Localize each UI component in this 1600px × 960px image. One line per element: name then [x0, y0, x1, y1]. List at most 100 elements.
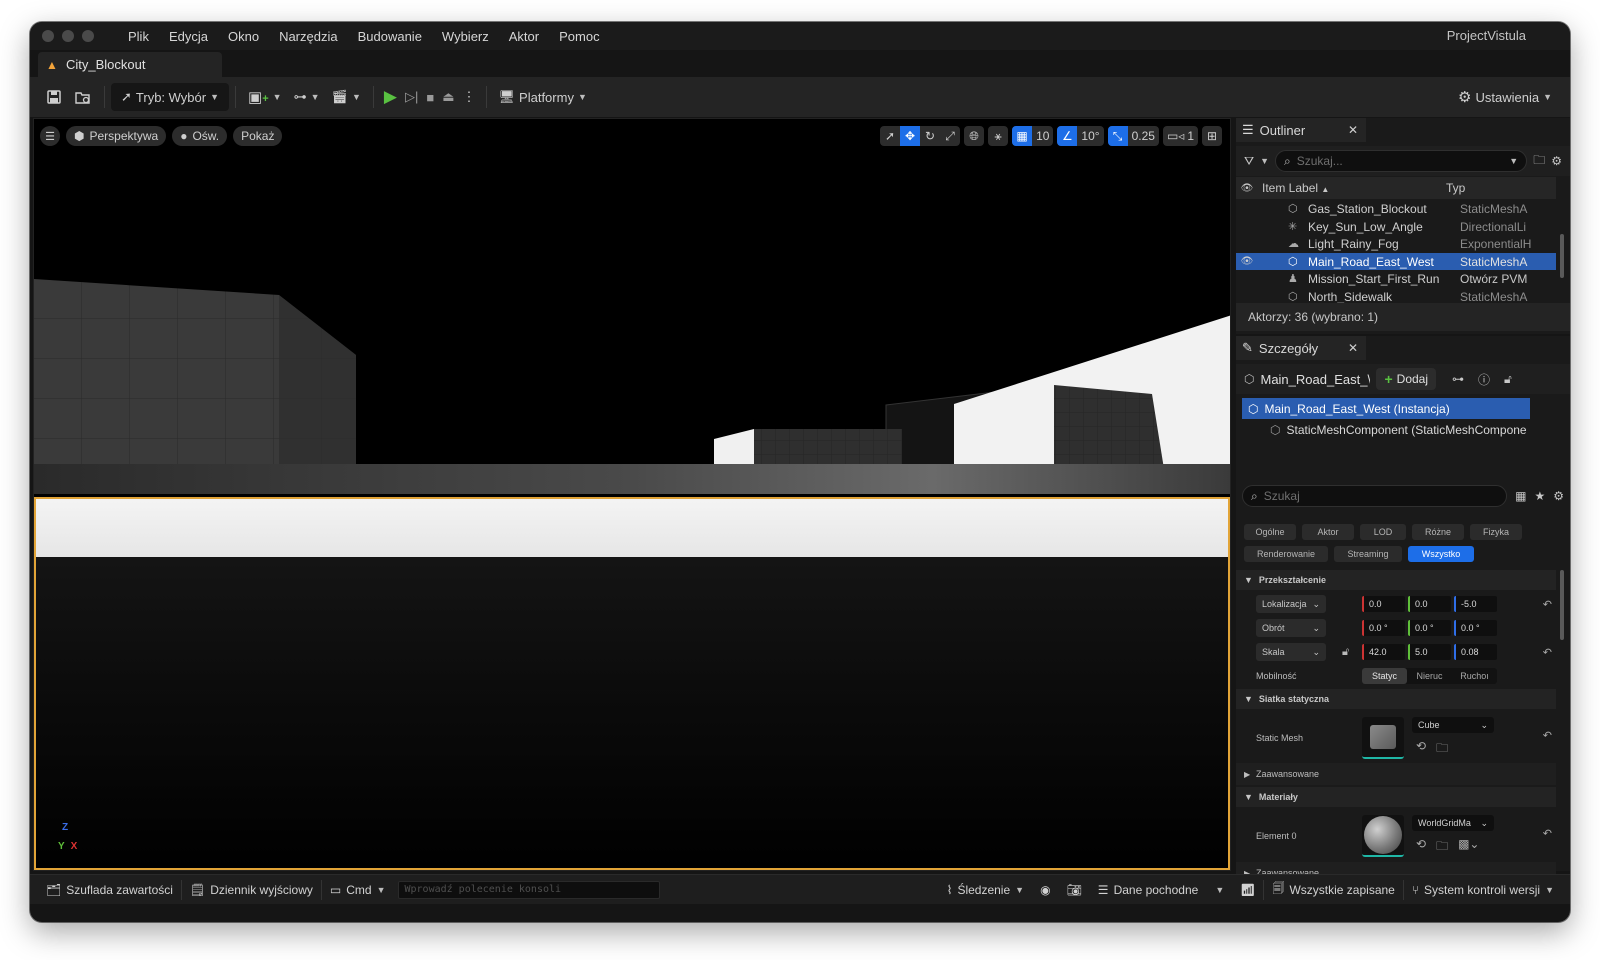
filter-rendering[interactable]: Renderowanie [1244, 546, 1328, 562]
filter-lod[interactable]: LOD [1360, 524, 1406, 540]
grid-snap-toggle[interactable]: ▦ [1012, 126, 1033, 146]
col-type[interactable]: Typ [1446, 181, 1465, 195]
reset-arrow-icon[interactable]: ↶ [1543, 827, 1552, 840]
use-selected-icon[interactable]: ⟲ [1416, 837, 1426, 858]
trace-dropdown[interactable]: ⌇ Śledzenie ▼ [939, 875, 1033, 905]
add-actor-button[interactable]: ▣+ ▼ [242, 83, 288, 111]
menu-help[interactable]: Pomoc [549, 29, 609, 44]
activity-indicator[interactable]: 📶︎ [1232, 875, 1263, 905]
static-mesh-thumbnail[interactable] [1362, 717, 1404, 759]
rotate-tool-button[interactable]: ↻ [920, 126, 940, 146]
surface-snap-button[interactable]: ⚹ [988, 126, 1009, 146]
minimize-window-button[interactable] [62, 30, 74, 42]
rotation-y-input[interactable]: 0.0 ° [1408, 620, 1451, 636]
reset-arrow-icon[interactable]: ↶ [1543, 598, 1552, 611]
material-thumbnail[interactable] [1362, 815, 1404, 857]
col-item-label[interactable]: Item Label ▲ [1258, 181, 1446, 195]
record-button[interactable]: ◉ [1032, 875, 1058, 905]
scale-snap-toggle[interactable]: ⤡ [1107, 126, 1128, 146]
cmd-dropdown[interactable]: ▭ Cmd ▼ [322, 875, 394, 905]
play-options-button[interactable]: ⋮ [459, 83, 480, 111]
browse-asset-icon[interactable]: 🗀 [1436, 837, 1448, 858]
filter-icon[interactable]: ⛛ [1244, 154, 1254, 169]
stop-button[interactable]: ■ [422, 83, 438, 111]
close-window-button[interactable] [42, 30, 54, 42]
menu-tools[interactable]: Narzędzia [269, 29, 348, 44]
visibility-eye-icon[interactable]: 👁︎ [1236, 256, 1258, 267]
location-dropdown[interactable]: Lokalizacja ⌄ [1256, 595, 1326, 613]
content-drawer-button[interactable]: 🗂︎ Szuflada zawartości [38, 875, 181, 905]
location-z-input[interactable]: -5.0 [1454, 596, 1497, 612]
derived-data-dropdown[interactable]: ☰ Dane pochodne ▼ [1090, 875, 1232, 905]
grid-snap-value[interactable]: 10 [1032, 126, 1053, 146]
viewport-menu-button[interactable]: ☰ [40, 126, 60, 146]
cinematics-button[interactable]: 🎬︎ ▼ [325, 83, 366, 111]
rotation-dropdown[interactable]: Obrót ⌄ [1256, 619, 1326, 637]
mode-select-dropdown[interactable]: ➚ Tryb: Wybór ▼ [111, 83, 230, 111]
outliner-row[interactable]: ⬡ Gas_Station_Blockout StaticMeshA [1236, 200, 1556, 217]
menu-build[interactable]: Budowanie [348, 29, 432, 44]
location-x-input[interactable]: 0.0 [1362, 596, 1405, 612]
outliner-row[interactable]: ☁ Light_Rainy_Fog ExponentialH [1236, 235, 1556, 252]
scale-dropdown[interactable]: Skala ⌄ [1256, 643, 1326, 661]
eject-button[interactable]: ⏏ [438, 83, 458, 111]
rotation-x-input[interactable]: 0.0 ° [1362, 620, 1405, 636]
table-view-icon[interactable]: ▦ [1515, 489, 1526, 503]
show-button[interactable]: Pokaż [233, 126, 283, 146]
console-input[interactable]: Wprowadź polecenie konsoli [397, 880, 660, 899]
filter-physics[interactable]: Fizyka [1470, 524, 1522, 540]
gear-icon[interactable]: ⚙ [1551, 154, 1562, 168]
outliner-row[interactable]: ✳ Key_Sun_Low_Angle DirectionalLi [1236, 218, 1556, 235]
reset-arrow-icon[interactable]: ↶ [1543, 729, 1552, 742]
static-mesh-advanced[interactable]: ▶ Zaawansowane [1236, 763, 1556, 785]
menu-file[interactable]: Plik [118, 29, 159, 44]
lock-open-icon[interactable]: 🔓︎ [1342, 646, 1349, 659]
world-local-toggle[interactable]: 🌐︎ [964, 126, 985, 146]
save-button[interactable] [40, 83, 68, 111]
outliner-tab[interactable]: ☰ Outliner ✕ [1236, 118, 1366, 142]
component-row-instance[interactable]: ⬡ Main_Road_East_West (Instancja) [1242, 398, 1530, 419]
menu-edit[interactable]: Edycja [159, 29, 218, 44]
location-y-input[interactable]: 0.0 [1408, 596, 1451, 612]
material-picker[interactable]: WorldGridMa ⌄ [1412, 815, 1494, 831]
details-search-input[interactable]: ⌕ Szukaj [1242, 485, 1508, 507]
scale-z-input[interactable]: 0.08 [1454, 644, 1497, 660]
menu-select[interactable]: Wybierz [432, 29, 499, 44]
browse-asset-icon[interactable]: 🗀 [1436, 739, 1448, 760]
details-tab[interactable]: ✎ Szczegóły ✕ [1236, 336, 1366, 360]
viewport-layout-button[interactable]: ⊞ [1202, 126, 1222, 146]
step-button[interactable]: ▷| [401, 83, 422, 111]
output-log-button[interactable]: 🗒︎ Dziennik wyjściowy [182, 875, 321, 905]
menu-window[interactable]: Okno [218, 29, 269, 44]
close-icon[interactable]: ✕ [1348, 341, 1358, 355]
outliner-scrollbar[interactable] [1560, 234, 1564, 278]
browse-content-button[interactable] [68, 83, 98, 111]
star-icon[interactable]: ★ [1534, 489, 1545, 503]
visibility-eye-icon[interactable]: 👁︎ [1236, 183, 1258, 194]
perspective-button[interactable]: ⬢ Perspektywa [66, 126, 167, 146]
close-icon[interactable]: ✕ [1348, 123, 1358, 137]
use-selected-icon[interactable]: ⟲ [1416, 739, 1426, 760]
zoom-window-button[interactable] [82, 30, 94, 42]
scale-y-input[interactable]: 5.0 [1408, 644, 1451, 660]
category-static-mesh[interactable]: ▼ Siatka statyczna [1236, 689, 1556, 709]
reset-arrow-icon[interactable]: ↶ [1543, 646, 1552, 659]
category-materials[interactable]: ▼ Materiały [1236, 787, 1556, 807]
add-folder-icon[interactable]: 🗀 [1533, 151, 1545, 172]
gear-icon[interactable]: ⚙ [1553, 489, 1564, 503]
lock-open-icon[interactable]: 🔓︎ [1504, 372, 1512, 387]
mobility-movable[interactable]: Ruchoı [1452, 668, 1497, 684]
mobility-stationary[interactable]: Nieruc [1407, 668, 1452, 684]
save-all-button[interactable]: 🗐 Wszystkie zapisane [1264, 875, 1402, 905]
component-row-staticmesh[interactable]: ⬡ StaticMeshComponent (StaticMeshCompone [1242, 419, 1530, 440]
category-transform[interactable]: ▼ Przekształcenie [1236, 570, 1556, 590]
add-component-button[interactable]: + Dodaj [1376, 368, 1437, 390]
filter-misc[interactable]: Różne [1412, 524, 1464, 540]
outliner-row[interactable]: ♟ Mission_Start_First_Run Otwórz PVM [1236, 270, 1556, 287]
actor-name-field[interactable]: Main_Road_East_\ [1260, 372, 1370, 387]
settings-dropdown[interactable]: ⚙ Ustawienia ▼ [1452, 83, 1558, 111]
filter-streaming[interactable]: Streaming [1334, 546, 1402, 562]
filter-actor[interactable]: Aktor [1302, 524, 1354, 540]
mobility-static[interactable]: Statyc [1362, 668, 1407, 684]
level-tab[interactable]: ▲ City_Blockout [38, 52, 222, 77]
